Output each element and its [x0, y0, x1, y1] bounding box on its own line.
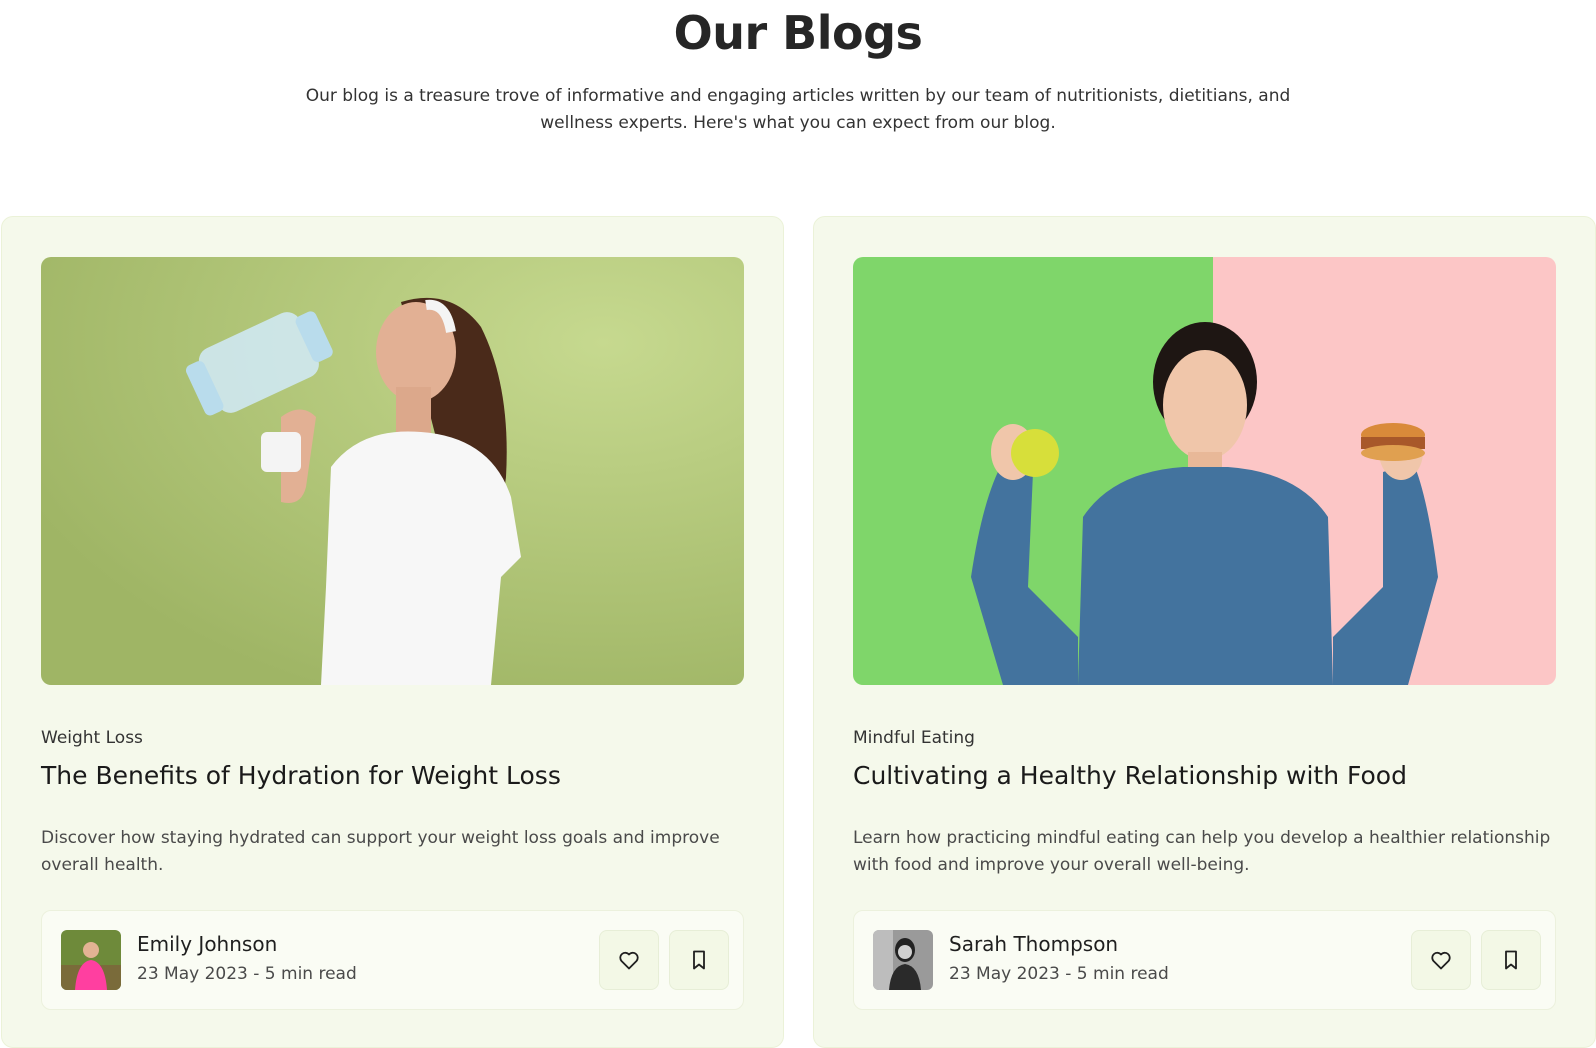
bookmark-icon: [693, 950, 705, 970]
woman-apple-burger-image: [853, 257, 1556, 685]
post-category[interactable]: Mindful Eating: [853, 728, 975, 748]
blog-card-image[interactable]: [41, 257, 744, 685]
blog-card[interactable]: Weight Loss The Benefits of Hydration fo…: [1, 216, 784, 1048]
page-subtitle: Our blog is a treasure trove of informat…: [305, 86, 1291, 133]
avatar: [873, 930, 933, 990]
author-box: Emily Johnson 23 May 2023 - 5 min read: [41, 910, 744, 1010]
author-box: Sarah Thompson 23 May 2023 - 5 min read: [853, 910, 1556, 1010]
bookmark-button[interactable]: [669, 930, 729, 990]
post-excerpt: Learn how practicing mindful eating can …: [853, 828, 1551, 875]
heart-icon: [1431, 951, 1451, 970]
bookmark-button[interactable]: [1481, 930, 1541, 990]
author-name: Emily Johnson: [137, 932, 278, 956]
like-button[interactable]: [599, 930, 659, 990]
avatar: [61, 930, 121, 990]
woman-drinking-water-image: [41, 257, 744, 685]
page-title: Our Blogs: [673, 6, 923, 60]
author-name: Sarah Thompson: [949, 932, 1119, 956]
like-button[interactable]: [1411, 930, 1471, 990]
post-title[interactable]: Cultivating a Healthy Relationship with …: [853, 761, 1563, 790]
bookmark-icon: [1505, 950, 1517, 970]
emily-avatar-image: [61, 930, 121, 990]
post-excerpt: Discover how staying hydrated can suppor…: [41, 828, 720, 875]
post-meta: 23 May 2023 - 5 min read: [137, 964, 357, 984]
post-meta: 23 May 2023 - 5 min read: [949, 964, 1169, 984]
sarah-avatar-image: [873, 930, 933, 990]
blog-card[interactable]: Mindful Eating Cultivating a Healthy Rel…: [813, 216, 1596, 1048]
blog-section: Our Blogs Our blog is a treasure trove o…: [0, 0, 1596, 1048]
heart-icon: [619, 951, 639, 970]
blog-card-image[interactable]: [853, 257, 1556, 685]
post-title[interactable]: The Benefits of Hydration for Weight Los…: [41, 761, 751, 790]
post-category[interactable]: Weight Loss: [41, 728, 143, 748]
